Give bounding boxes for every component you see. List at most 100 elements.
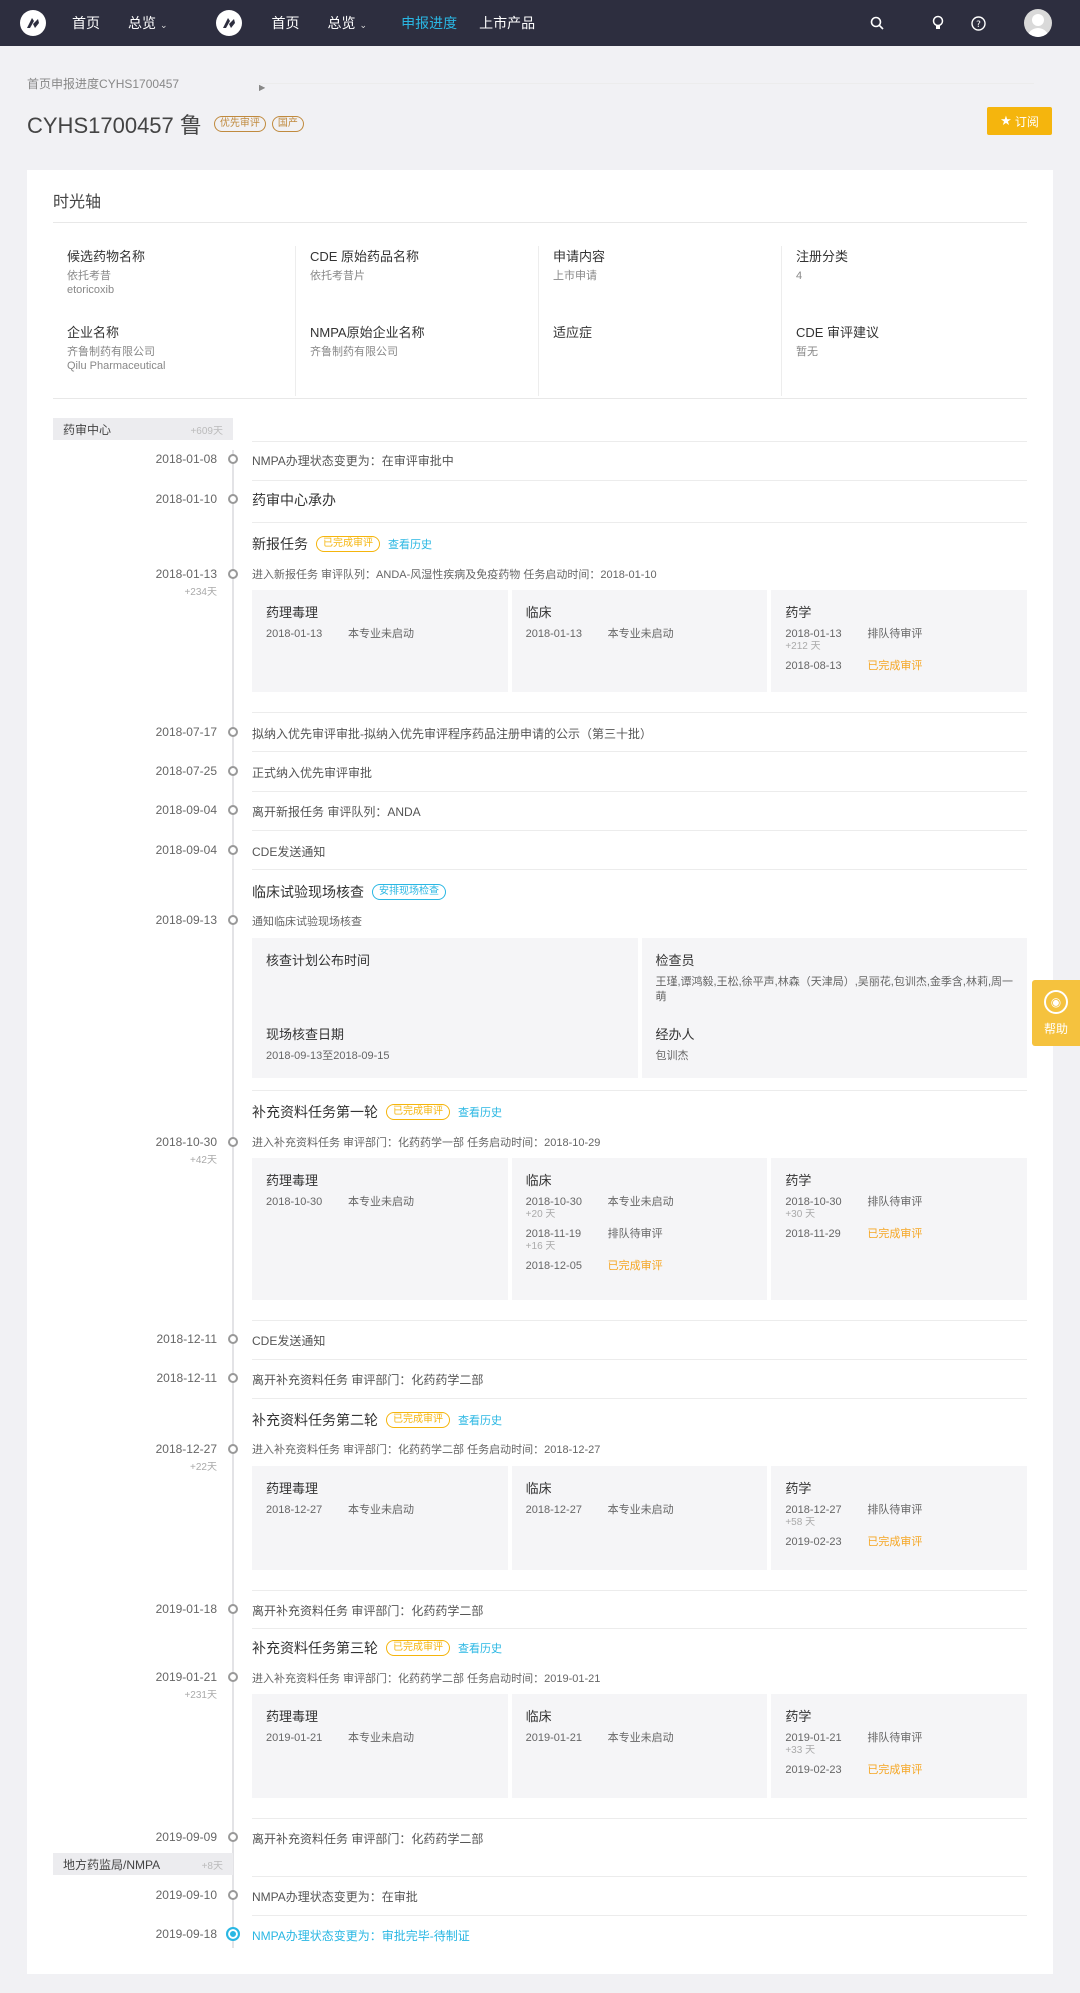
breadcrumb-progress[interactable]: 申报进度 [51, 75, 99, 92]
panel-row: 2018-11-29 已完成审评 [785, 1227, 1013, 1241]
view-history-link[interactable]: 查看历史 [458, 1412, 502, 1428]
logo-icon[interactable] [20, 10, 46, 36]
review-panels: 药理毒理 2018-10-30 本专业未启动 临床 2018-10-30 本专业未启… [252, 1158, 1028, 1300]
panel-pharmacy: 药学 2018-12-27 排队待审评 +58 天 2019-02-23 已完成审评 [771, 1466, 1028, 1570]
info-indication: 适应症 [553, 322, 592, 345]
panel-row: 2018-10-30 本专业未启动 [266, 1195, 494, 1209]
inspection-label: 经办人 [655, 1027, 695, 1042]
panel-pharmacology: 药理毒理 2018-12-27 本专业未启动 [252, 1466, 508, 1570]
inspection-title-text: 临床试验现场核查 [252, 884, 364, 900]
divider [252, 1359, 1027, 1360]
help-icon: ◉ [1044, 989, 1068, 1014]
subscribe-button[interactable]: ★ 订阅 [987, 107, 1052, 135]
inspection-box-left: 核查计划公布时间 现场核查日期 2018-09-13至2018-09-15 [252, 938, 638, 1078]
row-date: 2019-01-21 [266, 1732, 323, 1744]
panel-row: 2019-01-21 本专业未启动 [266, 1731, 494, 1745]
row-date: 2018-12-27 [785, 1504, 842, 1516]
top-nav: 首页 总览 ⌄ 首页 总览 ⌄ 申报进度 上市产品 ? [0, 0, 1080, 46]
stage-nmpa: 地方药监局/NMPA +8天 [53, 1853, 233, 1875]
timeline-dot [228, 1137, 238, 1147]
timeline-dot [228, 1672, 238, 1682]
inspection-value: 王瑾,谭鸿毅,王松,徐平声,林森（天津局）,吴丽花,包训杰,金季含,林莉,周一萌 [655, 976, 1014, 1003]
panel-row: 2018-11-19 排队待审评 [526, 1227, 754, 1241]
panel-pharmacology: 药理毒理 2019-01-21 本专业未启动 [252, 1694, 508, 1798]
event-text: 离开补充资料任务 审评部门：化药药学二部 [252, 1373, 484, 1387]
view-history-link[interactable]: 查看历史 [388, 536, 432, 552]
divider [252, 1818, 1027, 1819]
row-status: 本专业未启动 [348, 1732, 414, 1744]
row-status: 已完成审评 [867, 1764, 923, 1776]
event-date: 2018-09-13 [155, 913, 217, 927]
panel-pharmacology: 药理毒理 2018-01-13 本专业未启动 [252, 590, 508, 692]
task-title-text: 补充资料任务第三轮 [252, 1640, 378, 1656]
info-grid: 候选药物名称 依托考昔 etoricoxib 企业名称 齐鲁制药有限公司 Qilu … [53, 246, 1027, 396]
panel-pharmacy: 药学 2018-10-30 排队待审评 +30 天 2018-11-29 已完成审评 [771, 1158, 1028, 1300]
row-delta: +20 天 [525, 1209, 556, 1220]
panel-clinical: 临床 2018-12-27 本专业未启动 [511, 1466, 768, 1570]
row-date: 2019-02-23 [785, 1764, 842, 1776]
event-date: 2019-09-10 [155, 1888, 217, 1902]
nav-home[interactable]: 首页 [272, 13, 300, 33]
inspection-subtitle: 通知临床试验现场核查 [252, 916, 362, 928]
nav-progress[interactable]: 申报进度 [401, 13, 457, 33]
divider [252, 1398, 1027, 1399]
event-date: 2018-12-11 [156, 1332, 218, 1346]
info-label: 候选药物名称 [67, 249, 146, 264]
date-text: 2018-10-30 [155, 1135, 217, 1149]
event-date: 2018-12-11 [156, 1371, 218, 1385]
nav-overview-left[interactable]: 总览 ⌄ [128, 13, 168, 33]
view-history-link[interactable]: 查看历史 [458, 1104, 502, 1120]
panel-name: 药理毒理 [266, 1173, 319, 1188]
timeline-dot [228, 1334, 238, 1344]
divider [252, 480, 1027, 481]
task-title-text: 新报任务 [252, 536, 308, 552]
row-status: 本专业未启动 [348, 1504, 414, 1516]
inspection-box-right: 检查员 王瑾,谭鸿毅,王松,徐平声,林森（天津局）,吴丽花,包训杰,金季含,林莉… [641, 938, 1027, 1078]
status-badge: 已完成审评 [386, 1640, 450, 1656]
panel-name: 药理毒理 [266, 1481, 319, 1496]
nav-home-left[interactable]: 首页 [72, 13, 100, 33]
panel-name: 临床 [525, 1709, 552, 1724]
panel-row: 2018-01-13 排队待审评 [785, 627, 1013, 641]
search-icon[interactable] [869, 15, 885, 31]
help-button[interactable]: ◉ 帮助 [1032, 980, 1080, 1046]
nav-products[interactable]: 上市产品 [479, 13, 535, 33]
panel-row: 2018-01-13 本专业未启动 [526, 627, 754, 641]
date-delta: +234天 [184, 587, 217, 598]
row-date: 2018-12-05 [525, 1260, 582, 1272]
event-date: 2018-07-17 [155, 725, 217, 739]
help-circle-icon[interactable]: ? [970, 15, 986, 31]
info-drug-name: 候选药物名称 依托考昔 etoricoxib [67, 246, 145, 297]
nav-overview[interactable]: 总览 ⌄ [328, 13, 368, 33]
row-status: 排队待审评 [867, 1732, 923, 1744]
panel-row: 2019-02-23 已完成审评 [785, 1535, 1013, 1549]
panel-row: 2018-12-05 已完成审评 [526, 1259, 754, 1273]
panel-name: 临床 [525, 1173, 552, 1188]
info-value: 上市申请 [553, 270, 597, 282]
event-text: NMPA办理状态变更为：在审评审批中 [252, 454, 454, 468]
row-status: 本专业未启动 [607, 1732, 674, 1744]
row-status: 已完成审评 [867, 660, 923, 672]
timeline-dot [228, 494, 238, 504]
nav-overview-label: 总览 [327, 15, 356, 31]
divider [252, 712, 1027, 713]
avatar[interactable] [1024, 9, 1052, 37]
date-delta: +231天 [184, 1690, 217, 1701]
info-value: 暂无 [796, 346, 818, 358]
row-date: 2018-10-30 [525, 1196, 582, 1208]
row-status: 已完成审评 [607, 1260, 663, 1272]
info-value-cn: 齐鲁制药有限公司 [67, 346, 155, 358]
lightbulb-icon[interactable] [930, 15, 946, 31]
panel-row: 2019-01-21 本专业未启动 [526, 1731, 754, 1745]
row-status: 排队待审评 [607, 1228, 663, 1240]
panel-name: 药理毒理 [266, 1709, 319, 1724]
timeline-dot [228, 1444, 238, 1454]
row-status: 排队待审评 [867, 1196, 923, 1208]
logo-icon[interactable] [215, 10, 242, 36]
view-history-link[interactable]: 查看历史 [458, 1640, 502, 1656]
stage-days: +8天 [201, 1860, 223, 1872]
breadcrumb-separator-icon: ▶ [259, 83, 1034, 92]
info-cde-advice: CDE 审评建议 暂无 [796, 322, 879, 359]
breadcrumb-home[interactable]: 首页 [27, 75, 51, 92]
inspection-plan: 核查计划公布时间 [266, 950, 624, 975]
